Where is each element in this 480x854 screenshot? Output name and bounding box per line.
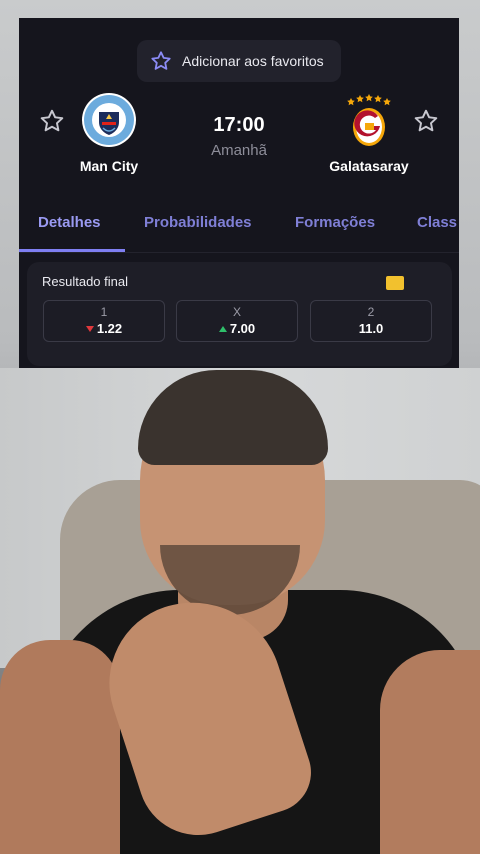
add-to-favorites-button[interactable]: Adicionar aos favoritos [137, 40, 341, 82]
person-right-arm [380, 650, 480, 854]
home-favorite-star-icon[interactable] [39, 108, 65, 134]
kickoff-time: 17:00 [213, 114, 265, 136]
man-city-crest-icon [82, 93, 136, 147]
tab-detalhes[interactable]: Detalhes [38, 214, 101, 231]
home-team-name: Man City [79, 158, 139, 174]
market-title: Resultado final [42, 274, 128, 289]
tab-formacoes[interactable]: Formações [295, 214, 375, 231]
odd-value: 7.00 [229, 321, 256, 336]
odd-selection: 1 [100, 305, 108, 319]
add-to-favorites-label: Adicionar aos favoritos [182, 53, 324, 69]
odd-selection: X [232, 305, 241, 319]
odd-draw-button[interactable]: X 7.00 [176, 300, 298, 342]
trend-down-icon [85, 326, 94, 332]
tab-divider [19, 252, 459, 253]
flag-icon[interactable] [386, 276, 404, 290]
odd-selection: 2 [367, 305, 375, 319]
kickoff-info: 17:00 Amanhã [189, 114, 289, 159]
star-outline-icon [151, 51, 171, 70]
odd-value: 11.0 [358, 321, 384, 336]
odd-value-row: 11.0 [311, 321, 431, 336]
odd-away-button[interactable]: 2 11.0 [310, 300, 432, 342]
match-tabs: Detalhes Probabilidades Formações Class [19, 208, 459, 254]
odd-value-row: 1.22 [44, 321, 164, 336]
market-final-result: Resultado final 1 1.22 X 7.00 2 11.0 [27, 262, 452, 366]
person-left-arm [0, 640, 120, 854]
galatasaray-crest-icon [347, 94, 391, 146]
odd-value: 1.22 [96, 321, 123, 336]
away-favorite-star-icon[interactable] [413, 108, 439, 134]
tab-classificacao[interactable]: Class [417, 214, 457, 231]
trend-up-icon [218, 326, 227, 332]
match-card: Adicionar aos favoritos Man City 17:00 A… [19, 18, 459, 368]
odd-value-row: 7.00 [177, 321, 297, 336]
tab-probabilidades[interactable]: Probabilidades [144, 214, 252, 231]
away-team-name: Galatasaray [329, 158, 409, 174]
kickoff-day: Amanhã [211, 142, 267, 159]
odd-home-button[interactable]: 1 1.22 [43, 300, 165, 342]
